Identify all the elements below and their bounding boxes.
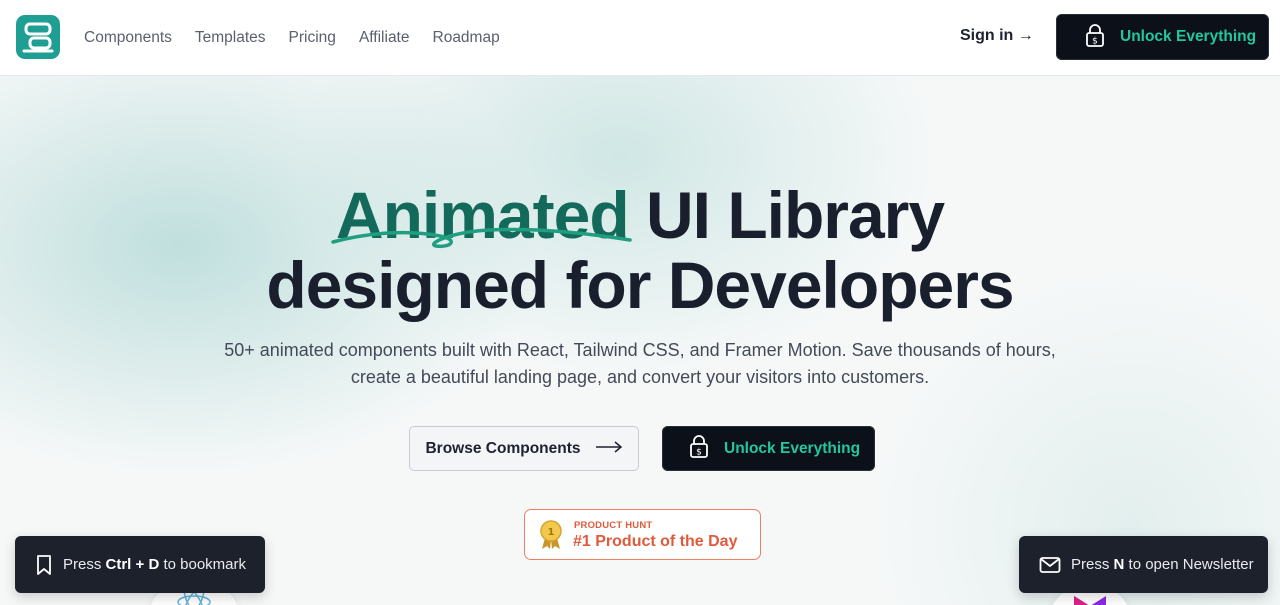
mail-icon	[1039, 556, 1061, 574]
bookmark-icon	[35, 554, 53, 576]
hero-subtitle: 50+ animated components built with React…	[224, 340, 1056, 387]
unlock-label: Unlock Everything	[1120, 28, 1257, 45]
product-hunt-title: #1 Product of the Day	[573, 533, 738, 550]
lock-dollar-icon: $	[688, 434, 710, 463]
lock-dollar-icon: $	[1084, 23, 1106, 52]
nav-pricing[interactable]: Pricing	[289, 29, 336, 47]
site-header: Components Templates Pricing Affiliate R…	[0, 0, 1280, 76]
hero-title-rest: UI Library	[628, 178, 945, 252]
hero-title-line2: designed for Developers	[266, 248, 1014, 322]
long-arrow-right-icon	[595, 440, 623, 458]
unlock-everything-header-button[interactable]: $ Unlock Everything	[1056, 14, 1269, 60]
nav-components[interactable]: Components	[84, 29, 172, 47]
svg-text:$: $	[1092, 36, 1098, 46]
logo-mark-icon	[22, 22, 54, 53]
main-nav: Components Templates Pricing Affiliate R…	[84, 0, 523, 76]
browse-components-button[interactable]: Browse Components	[409, 426, 639, 471]
product-hunt-badge[interactable]: 1 PRODUCT HUNT #1 Product of the Day	[524, 509, 761, 560]
newsletter-text: Press N to open Newsletter	[1071, 556, 1254, 573]
newsletter-toast[interactable]: Press N to open Newsletter	[1019, 536, 1268, 593]
medal-icon: 1	[540, 520, 562, 549]
sign-in-link[interactable]: Sign in →	[960, 27, 1034, 45]
hero-title: Animated UI Library designed for Develop…	[0, 180, 1280, 320]
nav-roadmap[interactable]: Roadmap	[433, 29, 500, 47]
svg-text:$: $	[696, 448, 702, 458]
medal-number: 1	[548, 527, 555, 538]
nav-affiliate[interactable]: Affiliate	[359, 29, 410, 47]
bookmark-toast[interactable]: Press Ctrl + D to bookmark	[15, 536, 265, 593]
bookmark-text: Press Ctrl + D to bookmark	[63, 556, 247, 573]
browse-label: Browse Components	[425, 439, 581, 457]
unlock-everything-hero-button[interactable]: $ Unlock Everything	[662, 426, 875, 471]
logo[interactable]	[16, 15, 60, 59]
unlock-label: Unlock Everything	[724, 439, 861, 457]
title-underline-squiggle	[331, 227, 632, 249]
nav-templates[interactable]: Templates	[195, 29, 266, 47]
product-hunt-label: PRODUCT HUNT	[574, 520, 653, 531]
